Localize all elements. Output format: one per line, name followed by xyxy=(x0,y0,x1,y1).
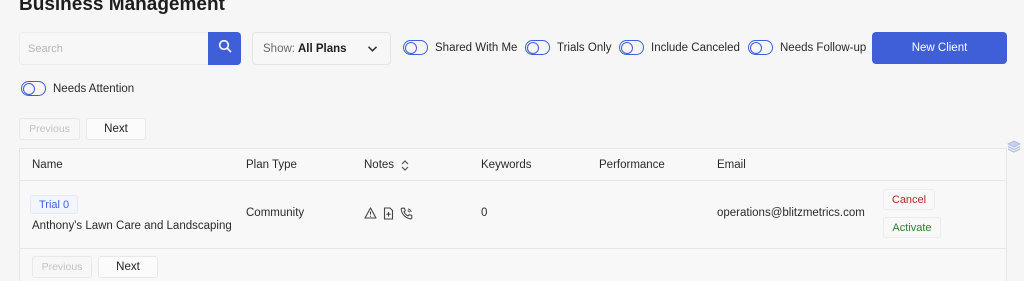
plan-filter-prefix: Show: xyxy=(263,42,295,55)
cancel-button[interactable]: Cancel xyxy=(883,189,935,210)
toggle-shared-with-me[interactable]: Shared With Me xyxy=(403,40,517,55)
previous-button-bottom[interactable]: Previous xyxy=(32,256,92,278)
plan-filter-select[interactable]: Show: All Plans xyxy=(252,32,391,65)
toggle-trials-only[interactable]: Trials Only xyxy=(525,40,612,55)
note-icons xyxy=(364,207,413,220)
toggle-label: Needs Follow-up xyxy=(780,41,867,54)
search-button[interactable] xyxy=(208,32,241,65)
toggle-switch[interactable] xyxy=(748,40,773,55)
sort-icon[interactable] xyxy=(401,159,409,171)
toggle-label: Include Canceled xyxy=(651,41,740,54)
toggle-switch[interactable] xyxy=(403,40,428,55)
clients-table: Name Plan Type Notes Keywords Performanc… xyxy=(19,148,1007,281)
column-header-notes[interactable]: Notes xyxy=(364,159,409,171)
toggle-switch[interactable] xyxy=(619,40,644,55)
toggle-needs-attention[interactable]: Needs Attention xyxy=(21,81,134,96)
next-button-bottom[interactable]: Next xyxy=(98,256,158,278)
column-header-keywords[interactable]: Keywords xyxy=(481,159,532,171)
page-title: Business Management xyxy=(19,0,225,15)
client-email: operations@blitzmetrics.com xyxy=(717,207,865,219)
chevron-down-icon xyxy=(367,44,378,56)
side-panel-widget[interactable] xyxy=(1003,139,1024,160)
column-header-email[interactable]: Email xyxy=(717,159,746,171)
toggle-label: Needs Attention xyxy=(53,82,135,95)
column-header-plan-type[interactable]: Plan Type xyxy=(246,159,297,171)
previous-button[interactable]: Previous xyxy=(19,118,80,140)
client-name[interactable]: Anthony's Lawn Care and Landscaping xyxy=(32,220,232,232)
table-header: Name Plan Type Notes Keywords Performanc… xyxy=(20,149,1006,181)
column-header-name[interactable]: Name xyxy=(32,159,63,171)
trial-badge[interactable]: Trial 0 xyxy=(30,195,79,214)
plan-type: Community xyxy=(246,207,305,219)
toggle-label: Trials Only xyxy=(557,41,612,54)
toggle-switch[interactable] xyxy=(21,81,46,96)
keywords-count: 0 xyxy=(481,207,488,219)
toggle-label: Shared With Me xyxy=(435,41,518,54)
search-bar xyxy=(19,32,241,65)
column-header-performance[interactable]: Performance xyxy=(599,159,665,171)
new-client-button[interactable]: New Client xyxy=(872,32,1007,64)
table-row: Trial 0 Anthony's Lawn Care and Landscap… xyxy=(20,181,1006,249)
stack-icon xyxy=(1006,140,1022,159)
phone-icon[interactable] xyxy=(400,207,413,220)
search-icon xyxy=(218,39,232,58)
column-header-notes-label: Notes xyxy=(364,159,395,171)
warning-icon[interactable] xyxy=(364,207,377,220)
activate-button[interactable]: Activate xyxy=(883,217,941,238)
plan-filter-value: All Plans xyxy=(297,42,347,55)
search-input[interactable] xyxy=(19,32,208,65)
toggle-include-canceled[interactable]: Include Canceled xyxy=(619,40,740,55)
toggle-needs-follow-up[interactable]: Needs Follow-up xyxy=(748,40,866,55)
add-file-icon[interactable] xyxy=(383,207,394,220)
toggle-switch[interactable] xyxy=(525,40,550,55)
next-button[interactable]: Next xyxy=(86,118,146,140)
